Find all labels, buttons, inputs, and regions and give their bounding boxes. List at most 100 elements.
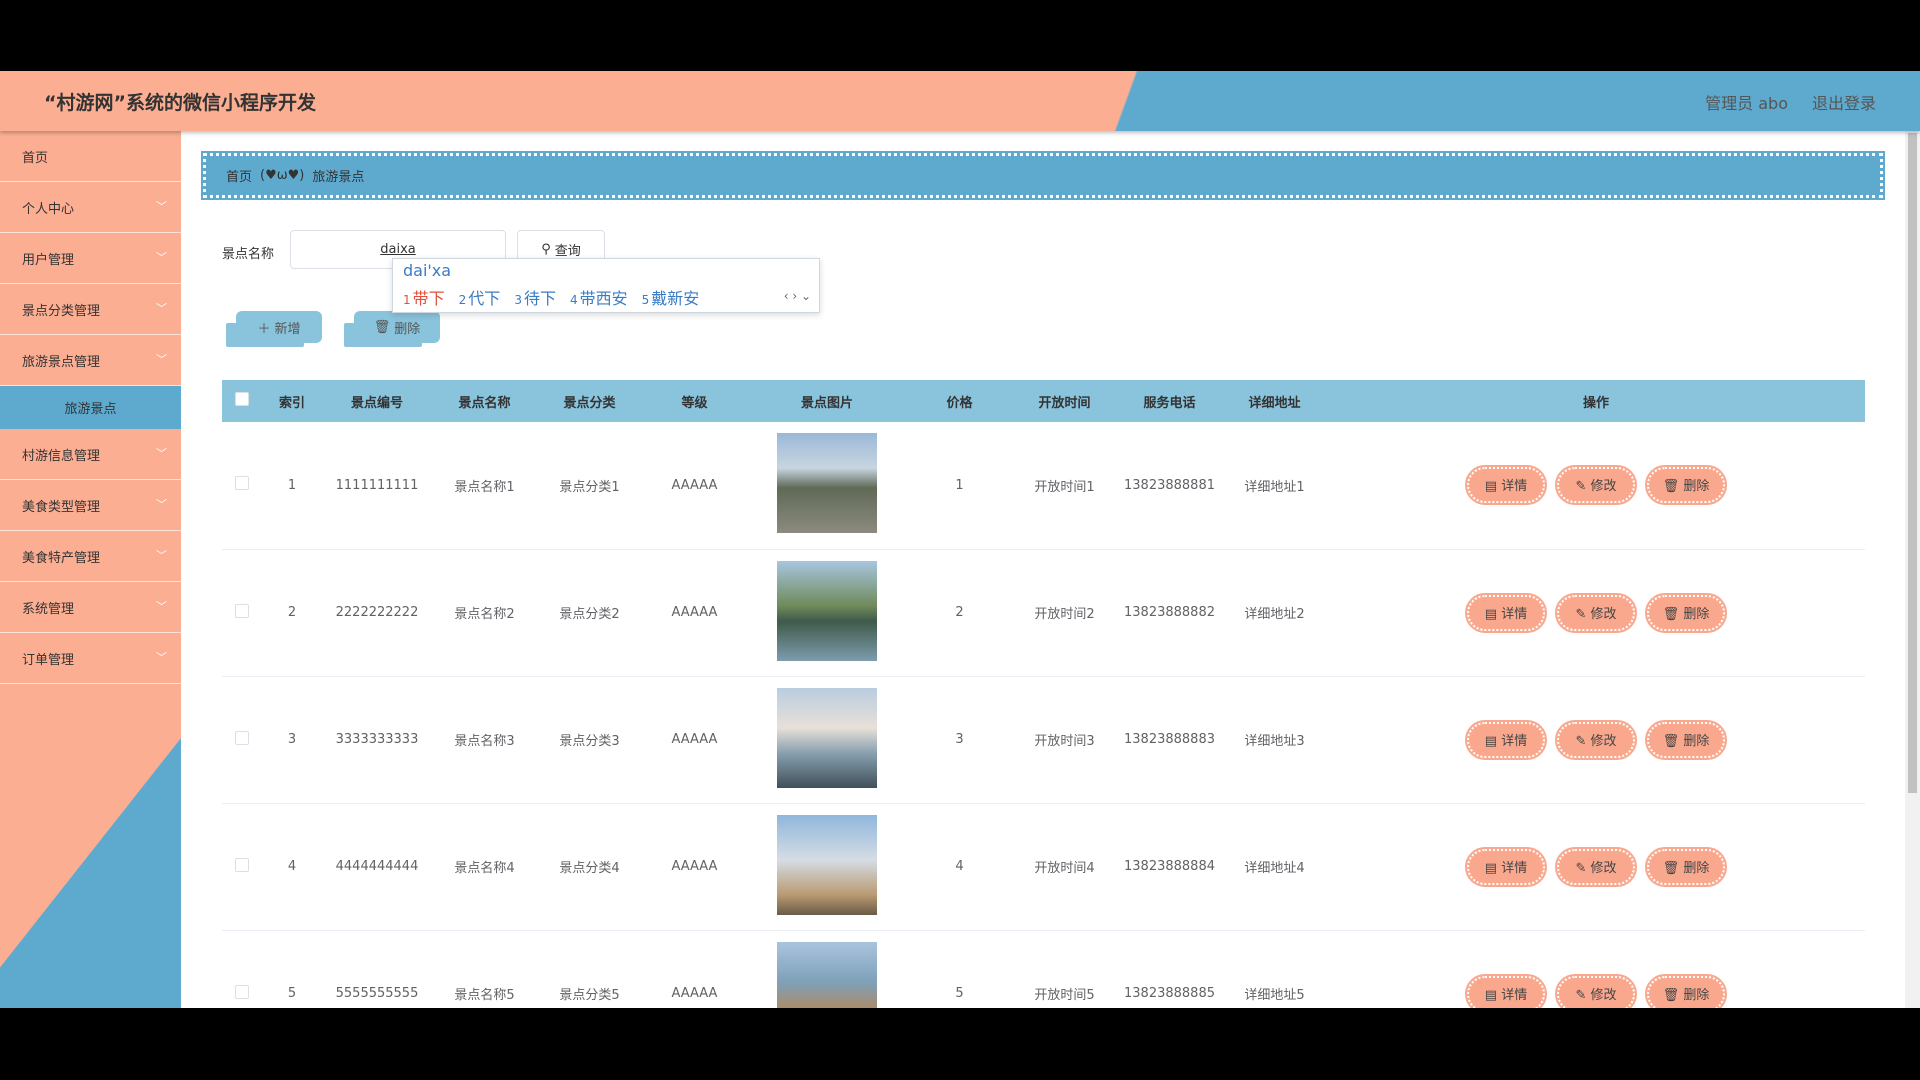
column-header: 价格 xyxy=(946,395,973,411)
spot-image xyxy=(777,687,877,788)
trash-icon: 🗑 xyxy=(1662,606,1684,622)
detail-button[interactable]: ▤ 详情 xyxy=(1465,846,1547,887)
trash-icon: 🗑 xyxy=(1662,987,1684,1003)
cell-phone: 13823888884 xyxy=(1117,803,1222,931)
add-button[interactable]: ＋新增 xyxy=(236,311,322,343)
chevron-down-icon: ﹀ xyxy=(156,447,167,460)
document-icon: ▤ xyxy=(1484,987,1502,1003)
ime-candidate-number: 5 xyxy=(641,293,650,307)
sidebar-item-label: 个人中心 xyxy=(22,201,75,217)
edit-button[interactable]: ✎ 修改 xyxy=(1555,973,1637,1008)
edit-button[interactable]: ✎ 修改 xyxy=(1555,719,1637,760)
sidebar-item-label: 旅游景点管理 xyxy=(22,354,101,370)
row-checkbox[interactable] xyxy=(235,730,249,745)
delete-button[interactable]: 🗑 删除 xyxy=(1645,846,1727,887)
cell-price: 4 xyxy=(907,803,1012,931)
edit-label: 修改 xyxy=(1590,479,1617,495)
breadcrumb-separator: (♥ω♥) xyxy=(260,168,305,183)
row-checkbox[interactable] xyxy=(235,476,249,491)
spot-image xyxy=(777,814,877,915)
cell-phone: 13823888883 xyxy=(1117,676,1222,804)
sidebar: 首页 个人中心 ﹀ 用户管理 ﹀ 景点分类管理 ﹀ 旅游景点管理 ﹀ 旅游景点 村游信息管理 ﹀ 美… xyxy=(0,131,181,1008)
row-checkbox[interactable] xyxy=(235,603,249,618)
sidebar-item[interactable]: 个人中心 ﹀ xyxy=(0,182,181,233)
main-content: 首页 (♥ω♥) 旅游景点 景点名称 daixa ⚲ 查询 dai'xa 1 带下 2… xyxy=(181,131,1905,1008)
ime-candidate[interactable]: 3 待下 xyxy=(514,285,556,309)
header: “村游网”系统的微信小程序开发 管理员 abo 退出登录 xyxy=(0,71,1920,131)
detail-button[interactable]: ▤ 详情 xyxy=(1465,592,1547,633)
logout-link[interactable]: 退出登录 xyxy=(1812,90,1876,114)
chevron-down-icon: ﹀ xyxy=(156,302,167,315)
cell-cat: 景点分类5 xyxy=(537,930,642,1008)
sidebar-item-label: 系统管理 xyxy=(22,601,75,617)
chevron-down-icon: ﹀ xyxy=(156,600,167,613)
pencil-icon: ✎ xyxy=(1575,860,1591,876)
trash-icon: 🗑 xyxy=(1662,860,1684,876)
sidebar-item[interactable]: 美食类型管理 ﹀ xyxy=(0,480,181,531)
ime-candidate[interactable]: 1 带下 xyxy=(403,285,445,309)
sidebar-item[interactable]: 村游信息管理 ﹀ xyxy=(0,429,181,480)
cell-idx: 2 xyxy=(262,549,322,677)
app: “村游网”系统的微信小程序开发 管理员 abo 退出登录 首页 个人中心 ﹀ 用户管理… xyxy=(0,71,1920,1008)
sidebar-item-label: 村游信息管理 xyxy=(22,448,101,464)
detail-button[interactable]: ▤ 详情 xyxy=(1465,973,1547,1008)
spots-table: 索引 景点编号 景点名称 景点分类 等级 景点图片 价格 开放时间 服务电话 详细地址 操作 1 11… xyxy=(222,380,1865,1008)
sidebar-item[interactable]: 系统管理 ﹀ xyxy=(0,582,181,633)
add-label: 新增 xyxy=(274,321,301,337)
sidebar-decoration xyxy=(0,738,181,1008)
delete-button[interactable]: 🗑 删除 xyxy=(1645,465,1727,506)
sidebar-subitem-tourist-spots[interactable]: 旅游景点 xyxy=(0,386,181,429)
delete-button[interactable]: 🗑 删除 xyxy=(1645,719,1727,760)
scrollbar[interactable] xyxy=(1905,131,1920,1008)
cell-name: 景点名称2 xyxy=(432,549,537,677)
cell-price: 3 xyxy=(907,676,1012,804)
column-header: 景点分类 xyxy=(563,395,616,411)
row-checkbox[interactable] xyxy=(235,984,249,999)
delete-label: 删除 xyxy=(1683,733,1710,749)
edit-button[interactable]: ✎ 修改 xyxy=(1555,846,1637,887)
cell-name: 景点名称1 xyxy=(432,422,537,550)
delete-button[interactable]: 🗑 删除 xyxy=(1645,973,1727,1008)
ime-candidate[interactable]: 5 戴新安 xyxy=(642,285,700,309)
edit-button[interactable]: ✎ 修改 xyxy=(1555,465,1637,506)
table-row: 1 1111111111 景点名称1 景点分类1 AAAAA 1 开放时间1 13823888… xyxy=(222,422,1865,550)
cell-cat: 景点分类2 xyxy=(537,549,642,677)
pencil-icon: ✎ xyxy=(1575,479,1591,495)
sidebar-item[interactable]: 首页 xyxy=(0,131,181,182)
cell-idx: 1 xyxy=(262,422,322,550)
spot-image xyxy=(777,560,877,661)
cell-open: 开放时间2 xyxy=(1012,549,1117,677)
sidebar-item[interactable]: 美食特产管理 ﹀ xyxy=(0,531,181,582)
ime-candidate-text: 戴新安 xyxy=(651,289,700,308)
trash-icon: 🗑 xyxy=(373,319,391,335)
trash-icon: 🗑 xyxy=(1662,479,1684,495)
ime-candidate[interactable]: 2 代下 xyxy=(459,285,501,309)
sidebar-item[interactable]: 景点分类管理 ﹀ xyxy=(0,284,181,335)
sidebar-item[interactable]: 用户管理 ﹀ xyxy=(0,233,181,284)
cell-level: AAAAA xyxy=(642,676,747,804)
bulk-delete-button[interactable]: 🗑 删除 xyxy=(354,311,440,343)
cell-code: 1111111111 xyxy=(322,422,432,550)
ime-candidate[interactable]: 4 带西安 xyxy=(570,285,628,309)
delete-label: 删除 xyxy=(1683,860,1710,876)
sidebar-item-label: 首页 xyxy=(22,150,49,166)
detail-button[interactable]: ▤ 详情 xyxy=(1465,719,1547,760)
ime-candidate-number: 1 xyxy=(403,293,411,307)
table-row: 3 3333333333 景点名称3 景点分类3 AAAAA 3 开放时间3 13823888… xyxy=(222,676,1865,804)
detail-button[interactable]: ▤ 详情 xyxy=(1465,465,1547,506)
scrollbar-thumb[interactable] xyxy=(1908,133,1917,793)
sidebar-item[interactable]: 旅游景点管理 ﹀ xyxy=(0,335,181,386)
cell-price: 5 xyxy=(907,930,1012,1008)
chevron-down-icon: ﹀ xyxy=(156,549,167,562)
cell-addr: 详细地址3 xyxy=(1222,676,1327,804)
cell-level: AAAAA xyxy=(642,422,747,550)
cell-addr: 详细地址1 xyxy=(1222,422,1327,550)
trash-icon: 🗑 xyxy=(1662,733,1684,749)
row-checkbox[interactable] xyxy=(235,857,249,872)
delete-button[interactable]: 🗑 删除 xyxy=(1645,592,1727,633)
breadcrumb-home[interactable]: 首页 xyxy=(226,166,252,185)
sidebar-item[interactable]: 订单管理 ﹀ xyxy=(0,633,181,684)
edit-button[interactable]: ✎ 修改 xyxy=(1555,592,1637,633)
select-all-checkbox[interactable] xyxy=(235,392,249,406)
ime-page-arrows[interactable]: ‹ › ⌄ xyxy=(784,289,811,303)
